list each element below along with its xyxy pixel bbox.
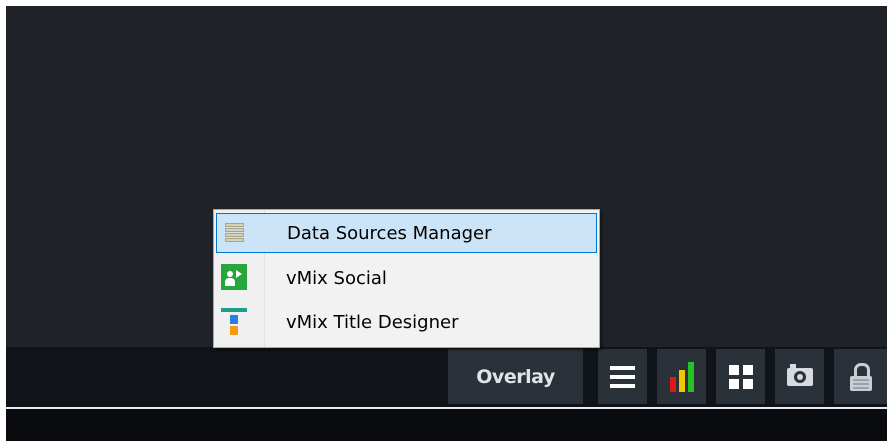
- menu-item-label: Data Sources Manager: [287, 222, 492, 244]
- context-menu: Data Sources Manager vMix Social vMix Ti…: [213, 209, 600, 348]
- menu-item-vmix-title-designer[interactable]: vMix Title Designer: [216, 302, 597, 342]
- status-strip: [6, 409, 887, 441]
- audio-meter-icon: [669, 361, 694, 392]
- overlay-button-label: Overlay: [476, 365, 555, 388]
- lock-icon: [849, 362, 872, 391]
- database-icon: [222, 220, 248, 246]
- menu-item-label: vMix Social: [286, 267, 387, 289]
- social-icon: [221, 264, 247, 290]
- menu-item-data-sources-manager[interactable]: Data Sources Manager: [216, 213, 597, 253]
- multiview-button[interactable]: [716, 349, 765, 404]
- list-icon: [610, 365, 635, 388]
- main-workspace: Overlay Data Sources Manager vMix Social…: [6, 6, 887, 441]
- multiview-icon: [728, 364, 753, 389]
- overlay-button[interactable]: Overlay: [448, 349, 583, 404]
- title-designer-icon: [221, 308, 247, 335]
- audio-mixer-button[interactable]: [657, 349, 706, 404]
- menu-item-vmix-social[interactable]: vMix Social: [216, 258, 597, 298]
- lock-button[interactable]: [834, 349, 887, 404]
- snapshot-icon: [786, 363, 813, 386]
- list-button[interactable]: [598, 349, 647, 404]
- menu-item-label: vMix Title Designer: [286, 311, 459, 333]
- snapshot-button[interactable]: [775, 349, 824, 404]
